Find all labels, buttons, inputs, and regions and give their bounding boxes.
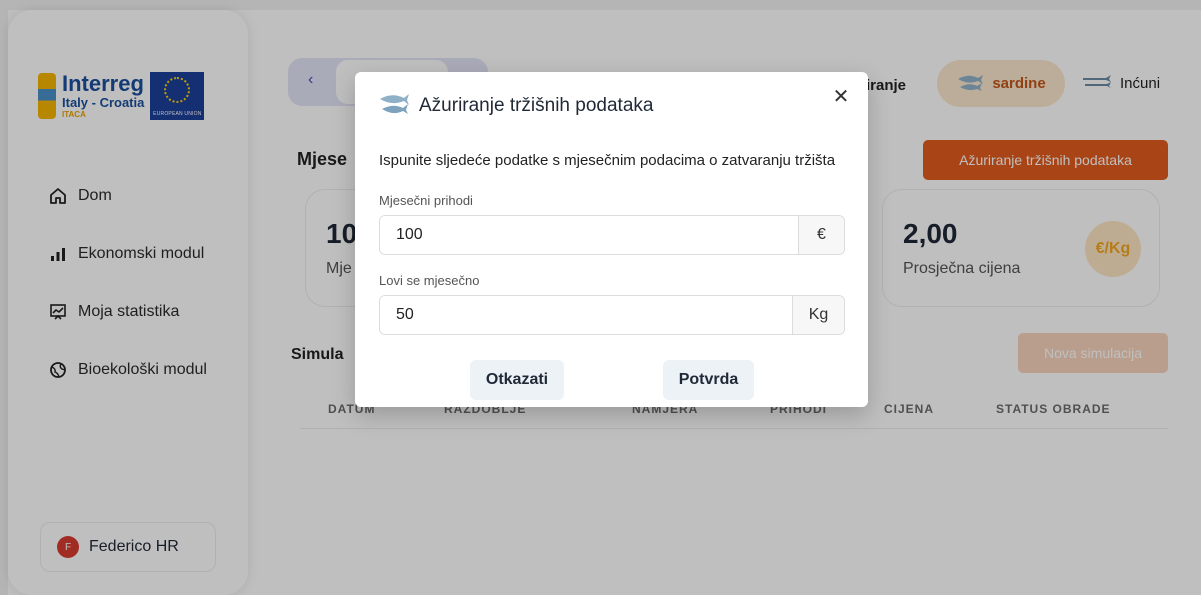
update-market-data-modal: Ažuriranje tržišnih podataka ✕ Ispunite … [355, 72, 868, 407]
cancel-button[interactable]: Otkazati [470, 360, 564, 400]
confirm-button[interactable]: Potvrda [663, 360, 754, 400]
modal-header: Ažuriranje tržišnih podataka [377, 90, 653, 121]
catch-field: Kg [379, 295, 845, 335]
revenue-input[interactable] [380, 216, 798, 254]
revenue-field: € [379, 215, 845, 255]
modal-description: Ispunite sljedeće podatke s mjesečnim po… [379, 152, 836, 169]
modal-title: Ažuriranje tržišnih podataka [419, 94, 654, 116]
fish-icon [377, 90, 411, 121]
field-label-revenue: Mjesečni prihodi [379, 193, 473, 208]
currency-unit: € [798, 216, 844, 254]
field-label-catch: Lovi se mjesečno [379, 273, 480, 288]
catch-input[interactable] [380, 296, 792, 334]
close-icon[interactable]: ✕ [829, 84, 853, 108]
weight-unit: Kg [792, 296, 844, 334]
